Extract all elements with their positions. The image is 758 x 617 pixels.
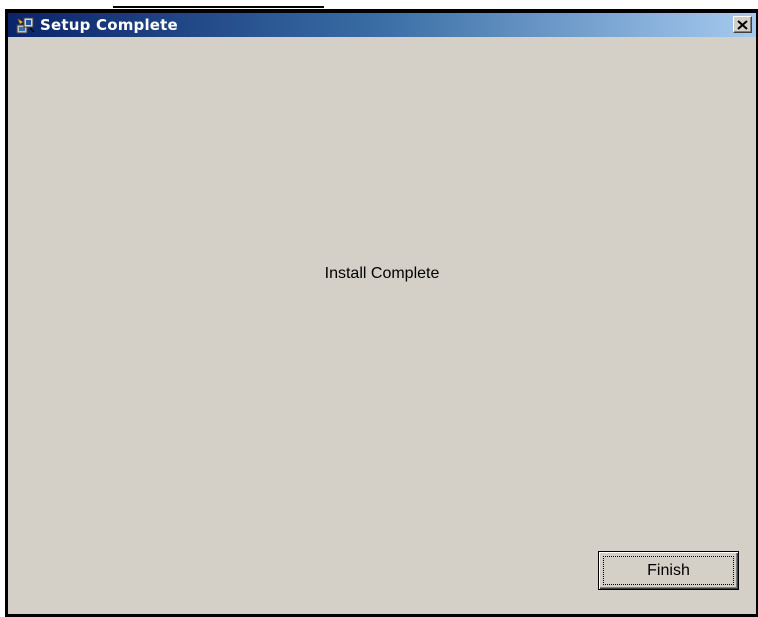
close-button[interactable] (733, 16, 752, 33)
install-complete-message: Install Complete (324, 265, 440, 282)
setup-installer-icon (16, 16, 36, 34)
finish-button[interactable]: Finish (598, 551, 739, 590)
finish-button-label: Finish (603, 556, 734, 585)
title-bar[interactable]: Setup Complete (8, 13, 756, 37)
dialog-client-area: Install Complete Finish (8, 37, 756, 614)
window-title: Setup Complete (40, 16, 178, 34)
background-underline (113, 0, 324, 8)
setup-complete-dialog: Setup Complete Install Complete Finish (5, 9, 758, 617)
close-x-icon (737, 19, 748, 30)
